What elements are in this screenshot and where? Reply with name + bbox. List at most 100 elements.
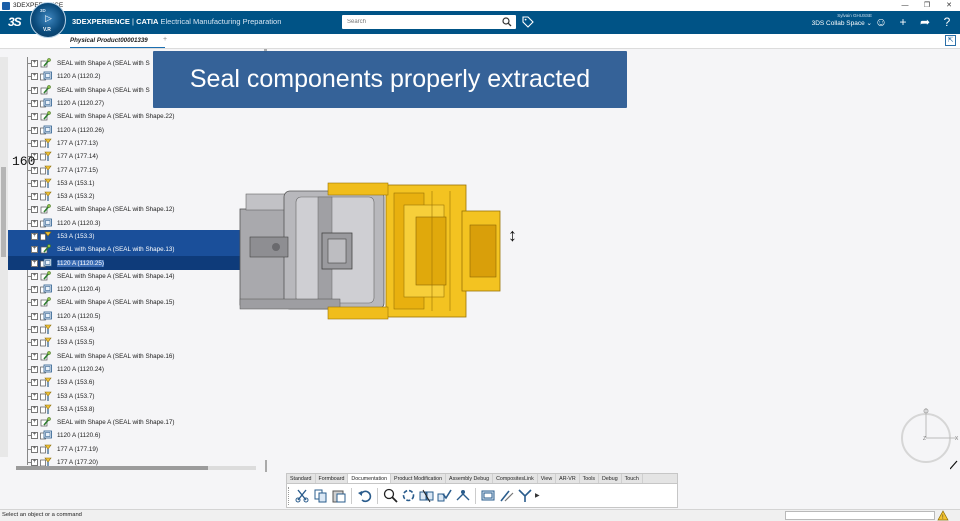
- tree-horizontal-scrollbar[interactable]: [16, 466, 256, 470]
- expand-node-icon[interactable]: +: [31, 419, 38, 427]
- tree-node[interactable]: + SEAL with Shape A (SEAL with Shape.16): [0, 350, 260, 363]
- expand-node-icon[interactable]: +: [31, 86, 38, 94]
- tree-node[interactable]: +1120 A (1120.25): [8, 256, 248, 270]
- expand-node-icon[interactable]: +: [31, 405, 38, 413]
- tree-node-label[interactable]: SEAL with Shape A (SEAL with Shape.17): [57, 419, 175, 426]
- tree-node[interactable]: +177 A (177.19): [0, 443, 260, 456]
- expand-node-icon[interactable]: +: [31, 73, 38, 81]
- expand-node-icon[interactable]: +: [31, 379, 38, 387]
- expand-node-icon[interactable]: +: [31, 326, 38, 334]
- tree-node[interactable]: +153 A (153.8): [0, 403, 260, 416]
- expand-node-icon[interactable]: +: [31, 206, 38, 214]
- expand-node-icon[interactable]: +: [31, 113, 38, 121]
- more-tools-icon[interactable]: ▶: [535, 492, 540, 499]
- pane-splitter[interactable]: [265, 460, 267, 472]
- expand-node-icon[interactable]: +: [31, 100, 38, 108]
- tree-node[interactable]: + SEAL with Shape A (SEAL with Shape.12): [0, 203, 260, 216]
- tree-node-label[interactable]: 1120 A (1120.24): [57, 366, 104, 373]
- user-block[interactable]: Sylvain GHUSSE 3DS Collab Space ⌄: [800, 13, 872, 27]
- orientation-compass[interactable]: Z X: [896, 404, 960, 468]
- expand-node-icon[interactable]: +: [31, 193, 38, 201]
- hscroll-thumb[interactable]: [16, 466, 208, 470]
- tree-node[interactable]: +153 A (153.2): [0, 190, 260, 203]
- search-input[interactable]: [342, 15, 492, 29]
- add-icon[interactable]: +: [896, 15, 910, 29]
- tree-node[interactable]: +153 A (153.6): [0, 376, 260, 389]
- tree-node[interactable]: +177 A (177.15): [0, 163, 260, 176]
- expand-node-icon[interactable]: +: [31, 60, 38, 68]
- compass-widget[interactable]: 3D ▷ V.R: [30, 2, 66, 38]
- action-tab-standard[interactable]: Standard: [287, 474, 316, 483]
- expand-node-icon[interactable]: +: [31, 339, 38, 347]
- tree-node[interactable]: +1120 A (1120.5): [0, 310, 260, 323]
- tree-node-label[interactable]: 153 A (153.3): [57, 233, 94, 240]
- expand-node-icon[interactable]: +: [31, 432, 38, 440]
- search-box[interactable]: [342, 15, 516, 29]
- tree-node-label[interactable]: SEAL with Shape A (SEAL with S: [57, 87, 150, 94]
- expand-node-icon[interactable]: +: [31, 272, 38, 280]
- tree-node-label[interactable]: 153 A (153.5): [57, 339, 94, 346]
- expand-node-icon[interactable]: +: [31, 299, 38, 307]
- connector-3d-model[interactable]: [236, 181, 526, 321]
- tab-physical-product[interactable]: Physical Product00001339: [70, 37, 148, 44]
- tree-node-label[interactable]: 153 A (153.7): [57, 393, 94, 400]
- tree-node[interactable]: +1120 A (1120.3): [0, 217, 260, 230]
- tree-node[interactable]: + SEAL with Shape A (SEAL with Shape.22): [0, 110, 260, 123]
- tree-node-label[interactable]: 177 A (177.13): [57, 140, 98, 147]
- expand-icon[interactable]: ⇱: [945, 35, 956, 46]
- tree-node[interactable]: +1120 A (1120.24): [0, 363, 260, 376]
- tree-node-label[interactable]: 1120 A (1120.2): [57, 73, 101, 80]
- tree-node[interactable]: +177 A (177.13): [0, 137, 260, 150]
- tree-node-label[interactable]: 153 A (153.1): [57, 180, 94, 187]
- action-tab-documentation[interactable]: Documentation: [348, 474, 392, 483]
- tree-node-label[interactable]: 177 A (177.15): [57, 167, 98, 174]
- tree-node[interactable]: +153 A (153.7): [0, 389, 260, 402]
- expand-node-icon[interactable]: +: [31, 445, 38, 453]
- action-tab-touch[interactable]: Touch: [622, 474, 643, 483]
- expand-node-icon[interactable]: +: [31, 286, 38, 294]
- tree-node-label[interactable]: 177 A (177.14): [57, 153, 98, 160]
- tree-node-label[interactable]: SEAL with Shape A (SEAL with S: [57, 60, 150, 67]
- expand-node-icon[interactable]: +: [31, 312, 38, 320]
- tree-node-label[interactable]: 1120 A (1120.25): [57, 259, 105, 267]
- measure-icon[interactable]: [499, 488, 514, 503]
- action-tab-formboard[interactable]: Formboard: [316, 474, 349, 483]
- tree-node[interactable]: +1120 A (1120.4): [0, 283, 260, 296]
- expand-node-icon[interactable]: +: [31, 365, 38, 373]
- tree-node[interactable]: +1120 A (1120.26): [0, 123, 260, 136]
- expand-node-icon[interactable]: +: [31, 179, 38, 187]
- tree-node-label[interactable]: 1120 A (1120.3): [57, 220, 101, 227]
- help-icon[interactable]: ?: [940, 15, 954, 29]
- minimize-button[interactable]: —: [894, 0, 916, 11]
- close-button[interactable]: ✕: [938, 0, 960, 11]
- tree-node[interactable]: +153 A (153.4): [0, 323, 260, 336]
- action-tab-assembly-debug[interactable]: Assembly Debug: [446, 474, 494, 483]
- play-icon[interactable]: ▷: [45, 13, 52, 24]
- action-bar-grip[interactable]: [288, 487, 292, 505]
- tree-node-label[interactable]: 153 A (153.4): [57, 326, 94, 333]
- tree-node[interactable]: +153 A (153.1): [0, 177, 260, 190]
- split-icon[interactable]: [455, 488, 470, 503]
- layer-icon[interactable]: [481, 488, 496, 503]
- tree-node-label[interactable]: SEAL with Shape A (SEAL with Shape.12): [57, 206, 175, 213]
- tree-node[interactable]: + SEAL with Shape A (SEAL with Shape.13): [8, 243, 248, 257]
- tree-node[interactable]: + SEAL with Shape A (SEAL with Shape.15): [0, 296, 260, 309]
- tag-icon[interactable]: [522, 16, 534, 28]
- expand-node-icon[interactable]: +: [31, 352, 38, 360]
- cut-icon[interactable]: [295, 488, 310, 503]
- user-profile-icon[interactable]: ☺: [874, 15, 888, 29]
- expand-node-icon[interactable]: +: [31, 459, 38, 467]
- bundle-icon[interactable]: [517, 488, 532, 503]
- zoom-icon[interactable]: [383, 488, 398, 503]
- tree-node[interactable]: +153 A (153.3): [8, 229, 248, 244]
- action-tab-compositeslink[interactable]: CompositesLink: [493, 474, 538, 483]
- paste-icon[interactable]: [331, 488, 346, 503]
- share-icon[interactable]: ➦: [918, 15, 932, 29]
- tree-node[interactable]: + SEAL with Shape A (SEAL with Shape.17): [0, 416, 260, 429]
- expand-node-icon[interactable]: +: [31, 233, 38, 240]
- tree-node-label[interactable]: SEAL with Shape A (SEAL with Shape.14): [57, 273, 175, 280]
- tree-node-label[interactable]: 1120 A (1120.27): [57, 100, 104, 107]
- action-tab-ar-vr[interactable]: AR-VR: [556, 474, 580, 483]
- action-tab-view[interactable]: View: [538, 474, 557, 483]
- check-icon[interactable]: [437, 488, 452, 503]
